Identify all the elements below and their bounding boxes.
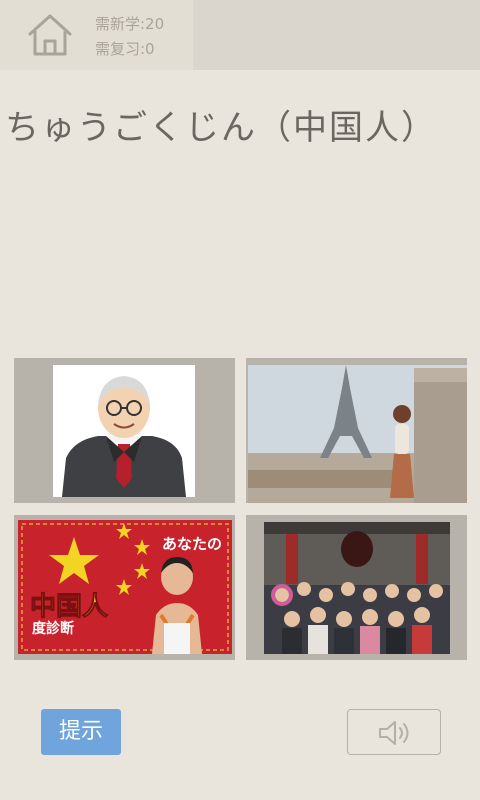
tourists-photo (246, 515, 467, 660)
chinese-flag-illustration: あなたの 中国人 度診断 (14, 515, 235, 660)
hint-button[interactable]: 提示 (41, 709, 121, 755)
review-count: 需复习:0 (95, 40, 155, 58)
home-icon (28, 14, 72, 56)
header-bar (193, 0, 480, 70)
study-counts: 需新学:20 需复习:0 (95, 12, 164, 62)
old-man-illustration (14, 358, 235, 503)
option-image-2[interactable] (246, 358, 467, 503)
speaker-icon (379, 721, 409, 745)
caption-sub: 度診断 (32, 620, 74, 637)
home-button[interactable]: 需新学:20 需复习:0 (0, 0, 193, 70)
new-count: 需新学:20 (95, 15, 165, 33)
play-sound-button[interactable] (347, 709, 441, 755)
caption-top: あなたの (162, 535, 222, 553)
vocabulary-word: ちゅうごくじん（中国人） (5, 108, 437, 148)
option-image-3[interactable]: あなたの 中国人 度診断 (14, 515, 235, 660)
eiffel-tower-photo (246, 358, 467, 503)
top-bar: 需新学:20 需复习:0 (0, 0, 480, 70)
option-image-1[interactable] (14, 358, 235, 503)
option-image-4[interactable] (246, 515, 467, 660)
caption-main: 中国人 (30, 592, 108, 622)
